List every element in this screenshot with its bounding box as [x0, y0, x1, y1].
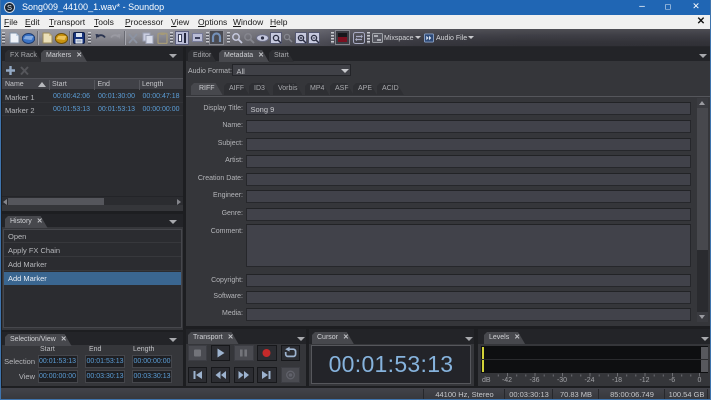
svg-text:S: S: [7, 3, 12, 12]
